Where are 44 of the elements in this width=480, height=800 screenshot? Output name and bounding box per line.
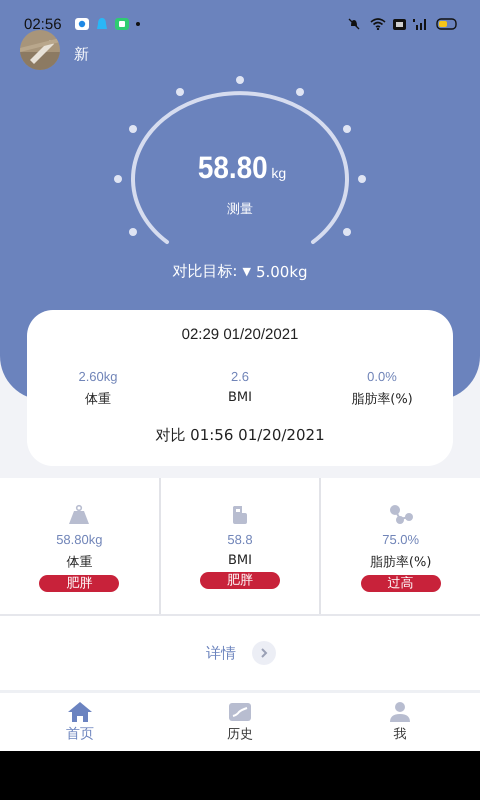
signal-icon <box>413 18 429 30</box>
user-name: 新 <box>74 44 89 64</box>
metric-value: 2.60kg <box>78 369 118 384</box>
metric-label: 体重 <box>85 391 111 408</box>
metric-label: BMI <box>228 390 252 405</box>
record-date: 02:29 01/20/2021 <box>182 326 298 343</box>
weight-unit: kg <box>271 165 286 181</box>
stat-label: 体重 <box>66 554 92 571</box>
weight-reading: 58.80 <box>198 150 268 186</box>
battery-icon <box>436 18 458 30</box>
stat-label: 脂肪率(%) <box>370 554 432 571</box>
scale-icon <box>232 504 248 526</box>
status-badge: 肥胖 <box>200 572 280 589</box>
home-icon <box>67 701 93 723</box>
measure-button[interactable]: 测量 <box>223 198 257 220</box>
metric-value: 2.6 <box>230 369 250 384</box>
stat-value: 58.8 <box>227 532 253 547</box>
weight-icon <box>67 504 92 526</box>
metric-value: 0.0% <box>367 369 397 384</box>
molecule-icon <box>388 504 414 526</box>
hd-icon <box>393 18 406 30</box>
tab[interactable]: 历史 <box>160 693 320 751</box>
chart-icon <box>228 701 252 723</box>
details-link[interactable]: 详情 <box>204 642 238 664</box>
dot-icon <box>136 22 140 26</box>
tab[interactable]: 我 <box>320 693 480 751</box>
app-notification-icon <box>96 18 108 30</box>
chevron-right-icon[interactable] <box>252 641 276 665</box>
app-notification-icon <box>74 18 89 30</box>
comparison-date: 对比 01:56 01/20/2021 <box>155 426 325 445</box>
down-arrow-icon: ▼ <box>242 265 251 278</box>
person-icon <box>388 701 412 723</box>
status-badge: 过高 <box>360 575 441 592</box>
status-badge: 肥胖 <box>39 575 120 592</box>
wifi-icon <box>370 18 386 30</box>
metric-label: 脂肪率(%) <box>351 391 413 408</box>
target-label: 对比目标: <box>172 262 238 281</box>
app-notification-icon <box>114 18 129 30</box>
status-time: 02:56 <box>24 16 62 32</box>
stat-label: BMI <box>228 553 252 568</box>
tab[interactable]: 首页 <box>0 693 160 751</box>
target-value: 5.00kg <box>256 262 308 280</box>
stat-value: 58.80kg <box>56 532 102 547</box>
stat-value: 75.0% <box>382 532 420 547</box>
